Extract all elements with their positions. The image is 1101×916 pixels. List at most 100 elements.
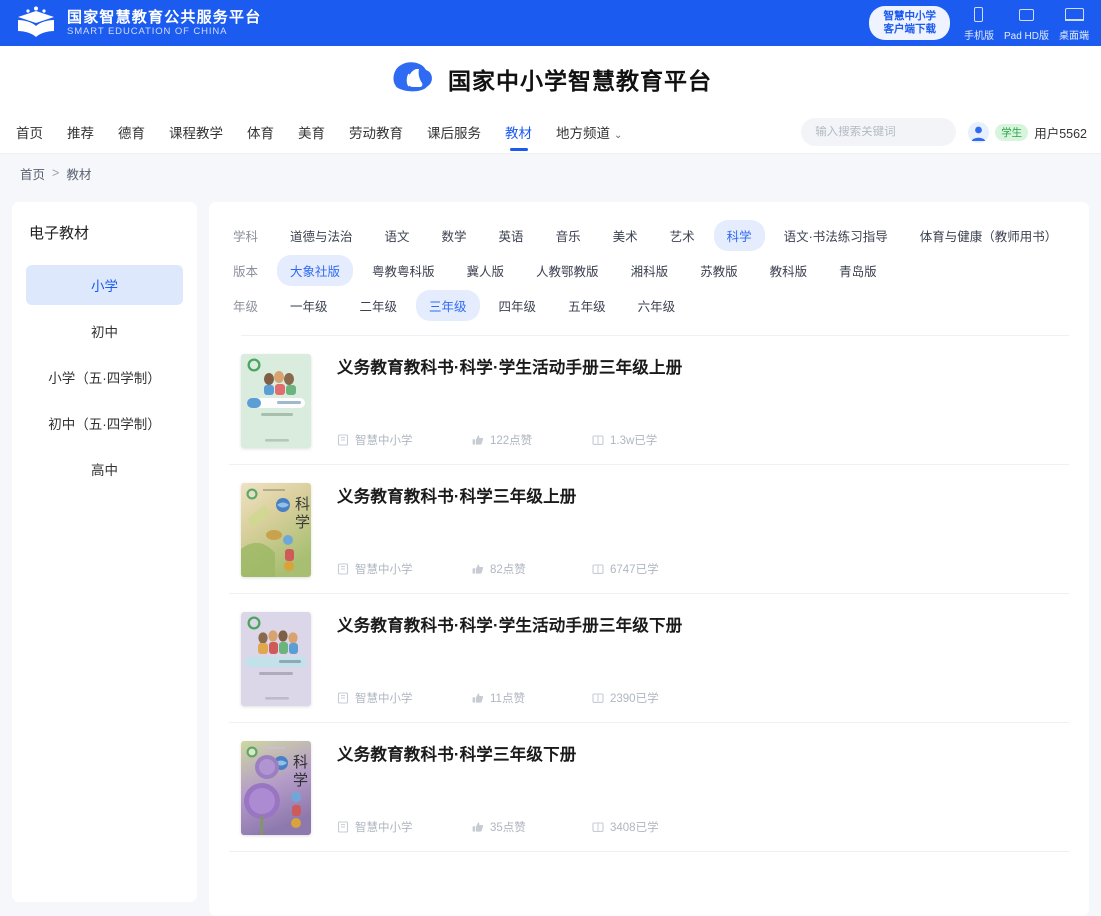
book-list-item[interactable]: 义务教育教科书·科学·学生活动手册三年级上册 智慧中小学 122点赞 1.3w已… xyxy=(229,336,1069,465)
sidebar-item-primary-school[interactable]: 小学 xyxy=(26,265,183,305)
chip-grade-3[interactable]: 三年级 xyxy=(416,290,480,321)
device-label-phone: 手机版 xyxy=(963,30,994,42)
book-list-item[interactable]: 义务教育教科书·科学·学生活动手册三年级下册 智慧中小学 11点赞 2390已学 xyxy=(229,594,1069,723)
nav-label: 美育 xyxy=(298,126,325,141)
sidebar-item-junior-high[interactable]: 初中 xyxy=(26,311,183,351)
chip-version-jiren[interactable]: 冀人版 xyxy=(454,255,518,286)
book-title[interactable]: 义务教育教科书·科学·学生活动手册三年级上册 xyxy=(337,354,1069,378)
book-publisher-label: 智慧中小学 xyxy=(355,435,413,447)
chip-grade-4[interactable]: 四年级 xyxy=(486,290,550,321)
thumbs-up-icon xyxy=(472,563,484,575)
book-learners-label: 6747已学 xyxy=(610,564,659,576)
page-body: 电子教材 小学 初中 小学（五·四学制） 初中（五·四学制） 高中 学科 道德与… xyxy=(0,192,1101,916)
book-list-item[interactable]: 科 学 义务教育教科书·科学三年级上册 智慧中小学 82点赞 6747已学 xyxy=(229,465,1069,594)
chip-version-qingdao[interactable]: 青岛版 xyxy=(826,255,890,286)
chip-version-sujiao[interactable]: 苏教版 xyxy=(687,255,751,286)
chip-subject-pe-health[interactable]: 体育与健康（教师用书） xyxy=(907,220,1071,251)
nav-label: 首页 xyxy=(16,126,43,141)
nav-item-aesthetic-education[interactable]: 美育 xyxy=(296,111,327,153)
chip-version-renjiaoejiao[interactable]: 人教鄂教版 xyxy=(523,255,612,286)
nav-items: 首页 推荐 德育 课程教学 体育 美育 劳动教育 课后服务 教材 地方频道 ⌄ xyxy=(14,111,624,153)
book-learners: 6747已学 xyxy=(592,561,659,577)
nav-item-curriculum[interactable]: 课程教学 xyxy=(167,111,225,153)
user-area[interactable]: 学生 用户5562 xyxy=(968,121,1087,143)
reader-icon xyxy=(592,692,604,704)
cloud-swan-logo-icon xyxy=(389,59,436,99)
svg-text:学: 学 xyxy=(295,514,310,531)
chip-subject-science[interactable]: 科学 xyxy=(713,220,765,251)
book-title[interactable]: 义务教育教科书·科学·学生活动手册三年级下册 xyxy=(337,612,1069,636)
book-title[interactable]: 义务教育教科书·科学三年级下册 xyxy=(337,741,1069,765)
nav-item-textbooks[interactable]: 教材 xyxy=(503,111,534,153)
device-link-desktop[interactable]: 桌面端 xyxy=(1059,5,1089,42)
nav-item-recommend[interactable]: 推荐 xyxy=(65,111,96,153)
book-meta: 智慧中小学 82点赞 6747已学 xyxy=(337,561,1069,577)
book-publisher-label: 智慧中小学 xyxy=(355,693,413,705)
book-learners: 3408已学 xyxy=(592,819,659,835)
book-cover-thumbnail xyxy=(241,354,311,448)
chip-subject-music[interactable]: 音乐 xyxy=(543,220,594,251)
search-box[interactable] xyxy=(801,118,985,146)
chip-version-daxiang[interactable]: 大象社版 xyxy=(277,255,354,286)
client-download-button[interactable]: 智慧中小学 客户端下载 xyxy=(869,6,950,40)
thumbs-up-icon xyxy=(472,434,484,446)
reader-icon xyxy=(592,434,604,446)
book-icon xyxy=(337,563,349,575)
nav-item-physical-education[interactable]: 体育 xyxy=(245,111,276,153)
chip-subject-calligraphy[interactable]: 语文·书法练习指导 xyxy=(771,220,901,251)
main-navigation: 首页 推荐 德育 课程教学 体育 美育 劳动教育 课后服务 教材 地方频道 ⌄ xyxy=(0,111,1101,154)
chip-subject-english[interactable]: 英语 xyxy=(486,220,537,251)
chip-grade-6[interactable]: 六年级 xyxy=(625,290,689,321)
chip-subject-fine-arts[interactable]: 美术 xyxy=(600,220,651,251)
search-input[interactable] xyxy=(815,126,970,138)
brand-title-en: SMART EDUCATION OF CHINA xyxy=(67,25,228,37)
book-likes-label: 35点赞 xyxy=(490,822,526,834)
book-icon xyxy=(337,692,349,704)
nav-item-local-channel[interactable]: 地方频道 ⌄ xyxy=(554,111,624,153)
device-link-phone[interactable]: 手机版 xyxy=(964,5,994,42)
breadcrumb: 首页 > 教材 xyxy=(0,154,1101,192)
book-likes-label: 11点赞 xyxy=(490,693,525,705)
chip-subject-math[interactable]: 数学 xyxy=(429,220,480,251)
book-likes-label: 82点赞 xyxy=(490,564,526,576)
sidebar-item-primary-54[interactable]: 小学（五·四学制） xyxy=(26,357,183,397)
book-cover-thumbnail: 科 学 xyxy=(241,483,311,577)
nav-item-home[interactable]: 首页 xyxy=(14,111,45,153)
breadcrumb-current: 教材 xyxy=(66,167,92,182)
chip-version-yuejiao[interactable]: 粤教粤科版 xyxy=(359,255,448,286)
top-bar: 国家智慧教育公共服务平台 SMART EDUCATION OF CHINA 智慧… xyxy=(0,0,1101,46)
sidebar-item-senior-high[interactable]: 高中 xyxy=(26,449,183,489)
top-bar-right: 智慧中小学 客户端下载 手机版 Pad HD版 桌面端 xyxy=(869,5,1089,42)
breadcrumb-home[interactable]: 首页 xyxy=(20,164,45,183)
desktop-icon xyxy=(1063,5,1085,25)
book-likes: 35点赞 xyxy=(472,819,592,835)
chip-subject-chinese[interactable]: 语文 xyxy=(372,220,423,251)
thumbs-up-icon xyxy=(472,821,484,833)
chip-grade-2[interactable]: 二年级 xyxy=(347,290,411,321)
device-label-desktop: 桌面端 xyxy=(1059,30,1089,42)
chip-subject-arts[interactable]: 艺术 xyxy=(657,220,708,251)
chip-version-xiangke[interactable]: 湘科版 xyxy=(618,255,682,286)
phone-icon xyxy=(968,5,990,25)
book-cover-thumbnail xyxy=(241,612,311,706)
book-learners-label: 3408已学 xyxy=(610,822,659,834)
page-title: 国家中小学智慧教育平台 xyxy=(448,67,712,94)
book-publisher-label: 智慧中小学 xyxy=(355,564,413,576)
chip-version-jiaoke[interactable]: 教科版 xyxy=(757,255,821,286)
device-label-tablet: Pad HD版 xyxy=(1003,30,1049,42)
book-learners: 1.3w已学 xyxy=(592,432,657,448)
chip-subject-morality[interactable]: 道德与法治 xyxy=(277,220,366,251)
device-link-tablet[interactable]: Pad HD版 xyxy=(1004,5,1049,42)
user-name: 用户5562 xyxy=(1034,126,1087,141)
sidebar-item-junior-54[interactable]: 初中（五·四学制） xyxy=(26,403,183,443)
nav-item-after-school[interactable]: 课后服务 xyxy=(425,111,483,153)
nav-item-moral-education[interactable]: 德育 xyxy=(116,111,147,153)
user-avatar-icon xyxy=(968,121,990,143)
chip-grade-1[interactable]: 一年级 xyxy=(277,290,341,321)
platform-brand[interactable]: 国家智慧教育公共服务平台 SMART EDUCATION OF CHINA xyxy=(14,6,261,40)
book-title[interactable]: 义务教育教科书·科学三年级上册 xyxy=(337,483,1069,507)
chip-grade-5[interactable]: 五年级 xyxy=(555,290,619,321)
nav-item-labor-education[interactable]: 劳动教育 xyxy=(347,111,405,153)
sidebar-item-label: 小学（五·四学制） xyxy=(48,371,161,386)
book-list-item[interactable]: 科 学 义务教育教科书·科学三年级下册 智慧中小学 35点赞 3408已学 xyxy=(229,723,1069,852)
